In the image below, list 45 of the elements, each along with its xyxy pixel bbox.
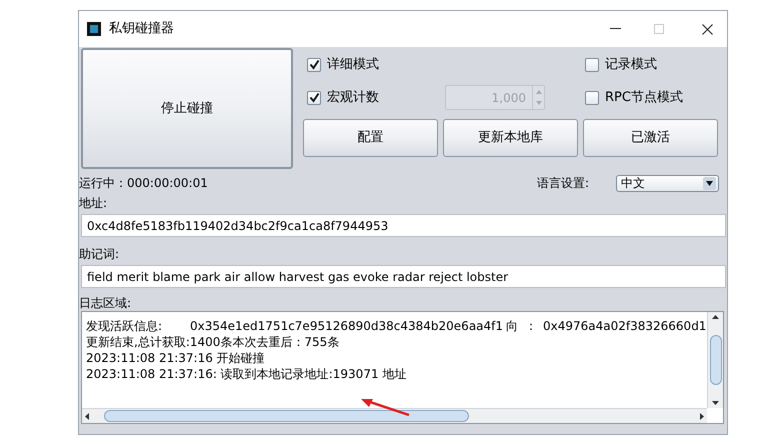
log-line: 更新结束,总计获取:1400条本次去重后：755条	[86, 334, 340, 350]
log-label: 日志区域:	[79, 295, 132, 311]
log-line: 2023:11:08 21:37:16 开始碰撞	[86, 350, 266, 366]
check-icon	[308, 59, 320, 70]
scroll-up-icon[interactable]	[712, 315, 719, 319]
dropdown-icon	[703, 176, 716, 190]
checkbox[interactable]	[307, 90, 321, 104]
language-label: 语言设置:	[537, 175, 590, 192]
annotation-arrow	[359, 397, 411, 417]
checkbox[interactable]	[307, 58, 321, 72]
action-button[interactable]: 已激活	[583, 119, 718, 157]
window-title: 私钥碰撞器	[109, 20, 174, 38]
action-button[interactable]: 配置	[303, 119, 438, 157]
log-line: 2023:11:08 21:37:16: 读取到本地记录地址:193071 地址	[86, 366, 408, 382]
vertical-scrollbar[interactable]	[707, 312, 723, 408]
status-text: 运行中：000:00:00:01	[79, 175, 209, 192]
language-select[interactable]: 中文	[616, 174, 719, 192]
scroll-right-icon[interactable]	[700, 412, 704, 420]
log-cell-text: 0x354e1ed1751c7e95126890d38c4384b20e6aa4f1	[190, 318, 504, 334]
log-cell-text: 向	[506, 318, 519, 334]
scroll-thumb[interactable]	[104, 410, 469, 422]
stop-button[interactable]: 停止碰撞	[81, 48, 293, 169]
address-field[interactable]: 0xc4d8fe5183fb119402d34bc2f9ca1ca8f7944953	[81, 214, 726, 237]
counter-value: 1,000	[490, 90, 527, 106]
check-icon	[308, 92, 320, 103]
log-cell-text: 发现活跃信息:	[86, 318, 164, 334]
minimize-icon[interactable]	[610, 28, 621, 30]
mnemonic-label: 助记词:	[79, 246, 120, 262]
horizontal-scrollbar[interactable]	[82, 408, 707, 423]
checkbox-label: RPC节点模式	[605, 88, 683, 107]
log-cell: 0x4976a4a02f38326660d1	[543, 318, 706, 334]
mnemonic-field[interactable]: field merit blame park air allow harvest gas evoke radar reject lobster	[81, 265, 726, 288]
scroll-down-icon[interactable]	[712, 401, 719, 405]
close-icon[interactable]	[702, 24, 713, 34]
checkbox[interactable]	[585, 58, 599, 72]
action-button[interactable]: 更新本地库	[443, 119, 578, 157]
log-cell-text: :	[529, 318, 534, 334]
app-icon	[87, 22, 101, 36]
checkbox-label: 宏观计数	[327, 88, 379, 107]
checkbox-label: 记录模式	[605, 56, 657, 74]
checkbox[interactable]	[585, 90, 599, 104]
checkbox-label: 详细模式	[327, 56, 379, 74]
scroll-thumb[interactable]	[710, 335, 722, 385]
address-label: 地址:	[79, 196, 108, 210]
scroll-left-icon[interactable]	[85, 412, 89, 420]
